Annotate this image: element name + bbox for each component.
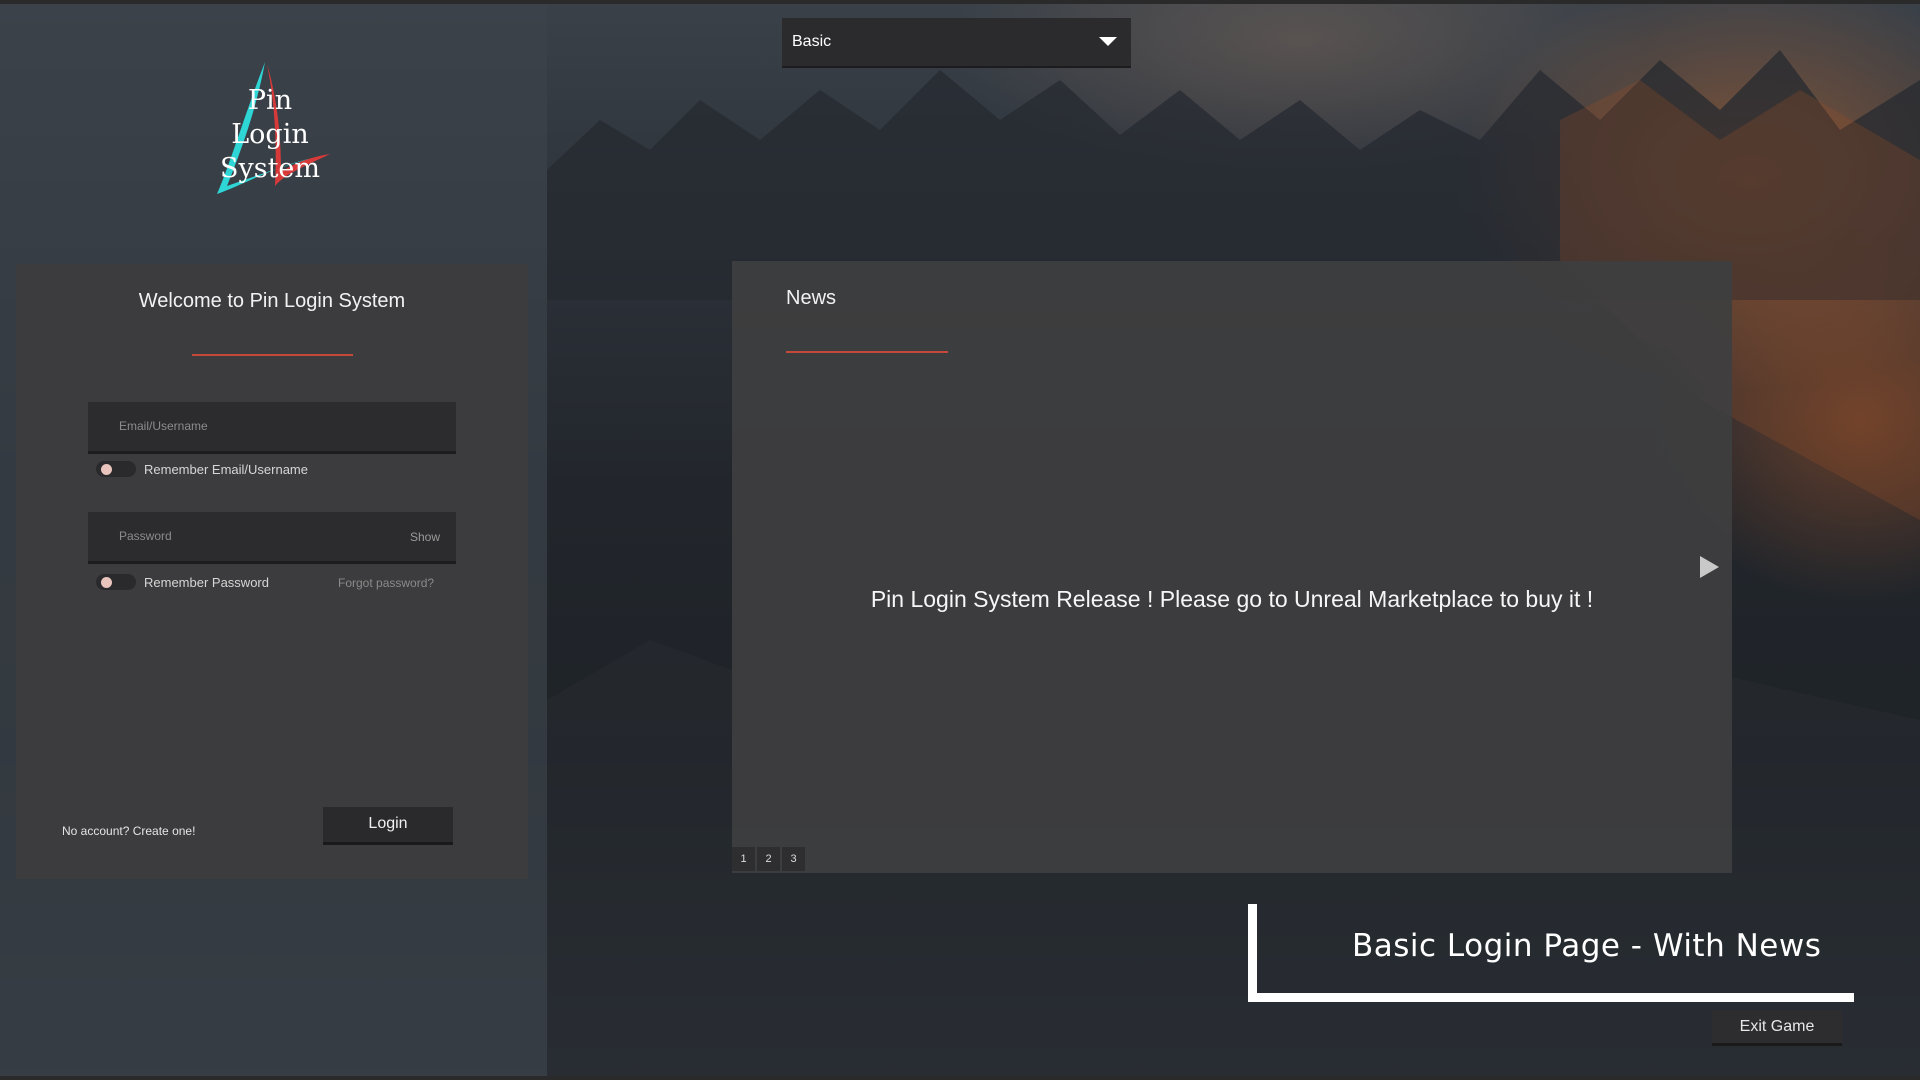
password-field[interactable]: Password Show: [88, 512, 456, 564]
create-account-link[interactable]: No account? Create one!: [62, 824, 195, 838]
news-page-button[interactable]: 2: [757, 847, 780, 871]
show-password-button[interactable]: Show: [410, 530, 440, 544]
password-placeholder: Password: [119, 529, 172, 543]
news-pager: 1 2 3: [732, 847, 805, 871]
next-news-icon[interactable]: [1700, 556, 1719, 578]
news-message: Pin Login System Release ! Please go to …: [870, 586, 1594, 612]
bottom-border: [0, 1076, 1920, 1080]
login-button[interactable]: Login: [323, 807, 453, 845]
news-page-button[interactable]: 3: [782, 847, 805, 871]
toggle-knob: [101, 577, 112, 588]
pin-login-logo: Pin Login System: [205, 54, 345, 204]
login-card: Welcome to Pin Login System Email/Userna…: [16, 264, 528, 879]
forgot-password-link[interactable]: Forgot password?: [338, 576, 434, 590]
remember-email-toggle[interactable]: [96, 461, 136, 477]
remember-password-label: Remember Password: [144, 575, 269, 590]
remember-email-label: Remember Email/Username: [144, 462, 308, 477]
title-underline: [192, 354, 353, 356]
email-field[interactable]: Email/Username: [88, 402, 456, 454]
exit-game-button[interactable]: Exit Game: [1712, 1010, 1842, 1046]
login-sidebar: Pin Login System Welcome to Pin Login Sy…: [0, 4, 547, 1076]
remember-password-toggle[interactable]: [96, 574, 136, 590]
news-title: News: [786, 287, 837, 309]
page-label-frame: Basic Login Page - With News: [1248, 904, 1854, 1002]
news-panel: News Pin Login System Release ! Please g…: [732, 261, 1732, 873]
toggle-knob: [101, 464, 112, 475]
email-placeholder: Email/Username: [119, 419, 208, 433]
news-underline: [786, 351, 948, 353]
dropdown-value: Basic: [792, 33, 832, 50]
news-page-button[interactable]: 1: [732, 847, 755, 871]
chevron-down-icon: [1099, 37, 1117, 46]
logo-text: Pin Login System: [219, 85, 321, 184]
login-title: Welcome to Pin Login System: [138, 290, 406, 312]
mode-dropdown[interactable]: Basic: [782, 18, 1131, 68]
page-label-text: Basic Login Page - With News: [1352, 928, 1822, 964]
